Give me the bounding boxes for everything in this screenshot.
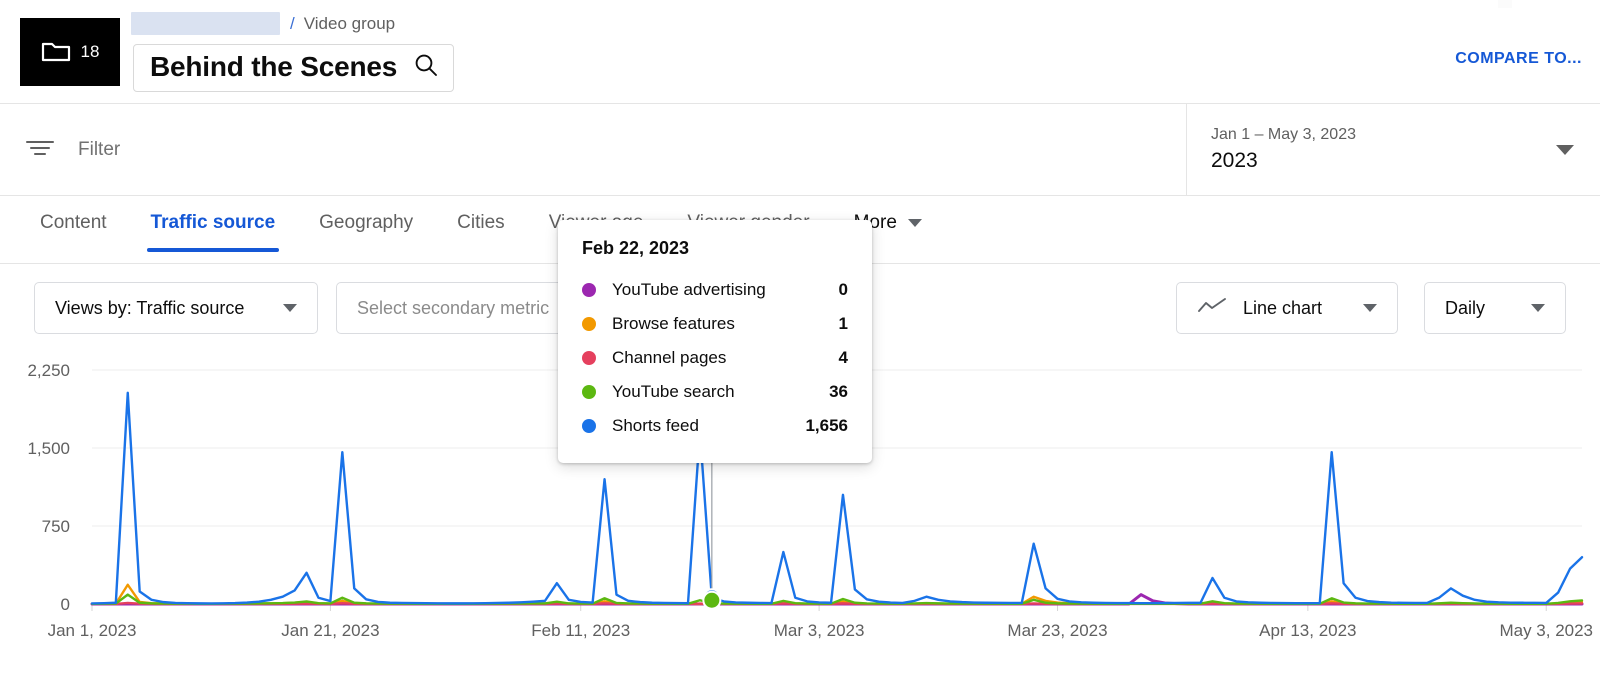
- search-icon[interactable]: [413, 52, 439, 83]
- date-range-span: Jan 1 – May 3, 2023: [1211, 126, 1356, 143]
- chevron-down-icon: [907, 219, 922, 227]
- tooltip-series-label: YouTube advertising: [612, 280, 766, 299]
- tooltip-series-value: 4: [838, 348, 848, 367]
- chart-type-label: Line chart: [1243, 297, 1323, 318]
- y-axis-tick-label: 1,500: [27, 439, 70, 458]
- tab-content[interactable]: Content: [18, 208, 129, 252]
- filter-control[interactable]: Filter: [0, 136, 120, 163]
- tooltip-row: YouTube advertising 0: [582, 273, 848, 307]
- breadcrumb-channel-redacted[interactable]: [131, 12, 280, 35]
- tooltip-rows: YouTube advertising 0 Browse features 1 Chan…: [582, 273, 848, 443]
- tooltip-series-label: YouTube search: [612, 382, 735, 401]
- analytics-page: 18 / Video group Behind the Scenes COMPA…: [0, 0, 1600, 699]
- x-axis-tick-label: May 3, 2023: [1499, 621, 1593, 640]
- tab-traffic-source[interactable]: Traffic source: [129, 208, 298, 252]
- tooltip-row: Channel pages 4: [582, 341, 848, 375]
- secondary-metric-placeholder: Select secondary metric: [357, 297, 550, 318]
- group-title-search-box[interactable]: Behind the Scenes: [133, 44, 455, 92]
- date-range-selector[interactable]: Jan 1 – May 3, 2023 2023: [1186, 104, 1600, 195]
- compare-to-button[interactable]: COMPARE TO...: [1455, 50, 1582, 68]
- x-axis-tick-label: Jan 21, 2023: [281, 621, 379, 640]
- tooltip-series-value: 36: [829, 382, 848, 401]
- x-axis-tick-label: Jan 1, 2023: [48, 621, 137, 640]
- breadcrumb-type-label: Video group: [303, 13, 396, 33]
- line-chart-icon: [1197, 297, 1227, 320]
- tab-geography[interactable]: Geography: [297, 208, 435, 252]
- tooltip-series-dot: [582, 351, 596, 365]
- granularity-dropdown[interactable]: Daily: [1424, 282, 1566, 334]
- x-axis-tick-label: Feb 11, 2023: [531, 621, 630, 640]
- chart-type-dropdown[interactable]: Line chart: [1176, 282, 1398, 334]
- x-axis-tick-label: Mar 3, 2023: [774, 621, 865, 640]
- video-group-thumbnail[interactable]: 18: [20, 18, 120, 86]
- views-by-label: Views by: Traffic source: [55, 297, 245, 318]
- date-range-preset: 2023: [1211, 149, 1258, 172]
- chevron-down-icon: [1363, 304, 1377, 312]
- tooltip-series-dot: [582, 317, 596, 331]
- y-axis-tick-label: 0: [61, 595, 70, 614]
- date-range-texts: Jan 1 – May 3, 2023 2023: [1211, 126, 1556, 173]
- page-header: 18 / Video group Behind the Scenes COMPA…: [0, 0, 1600, 104]
- tooltip-series-label: Browse features: [612, 314, 735, 333]
- y-axis-tick-label: 2,250: [27, 361, 70, 380]
- chevron-down-icon: [1531, 304, 1545, 312]
- tooltip-series-label: Shorts feed: [612, 416, 699, 435]
- chart-tooltip: Feb 22, 2023 YouTube advertising 0 Browse …: [558, 220, 872, 463]
- tooltip-series-label: Channel pages: [612, 348, 727, 367]
- breadcrumb-separator: /: [290, 13, 295, 33]
- clipped-top-element: [1498, 0, 1512, 8]
- chart-view-controls: Line chart Daily: [1176, 282, 1566, 334]
- tooltip-series-value: 0: [838, 280, 848, 299]
- chart-highlight-point-youtube-search[interactable]: [702, 590, 722, 610]
- tooltip-series-dot: [582, 385, 596, 399]
- breadcrumb: / Video group: [131, 12, 395, 35]
- tooltip-series-value: 1,656: [805, 416, 848, 435]
- tooltip-row: Shorts feed 1,656: [582, 409, 848, 443]
- x-axis-tick-label: Mar 23, 2023: [1007, 621, 1107, 640]
- tooltip-series-value: 1: [838, 314, 848, 333]
- filter-bar: Filter Jan 1 – May 3, 2023 2023: [0, 104, 1600, 196]
- granularity-label: Daily: [1445, 297, 1486, 318]
- video-count-label: 18: [80, 42, 100, 61]
- tooltip-date: Feb 22, 2023: [582, 238, 690, 258]
- y-axis-tick-label: 750: [42, 517, 70, 536]
- tooltip-row: YouTube search 36: [582, 375, 848, 409]
- views-by-dropdown[interactable]: Views by: Traffic source: [34, 282, 318, 334]
- tooltip-row: Browse features 1: [582, 307, 848, 341]
- folder-icon: [41, 40, 71, 64]
- tab-cities[interactable]: Cities: [435, 208, 527, 252]
- tooltip-series-dot: [582, 283, 596, 297]
- tooltip-series-dot: [582, 419, 596, 433]
- chevron-down-icon[interactable]: [1556, 144, 1574, 155]
- x-axis-tick-label: Apr 13, 2023: [1259, 621, 1356, 640]
- filter-placeholder[interactable]: Filter: [78, 139, 120, 161]
- page-title: Behind the Scenes: [150, 51, 398, 82]
- chevron-down-icon: [283, 304, 297, 312]
- filter-icon[interactable]: [24, 136, 56, 163]
